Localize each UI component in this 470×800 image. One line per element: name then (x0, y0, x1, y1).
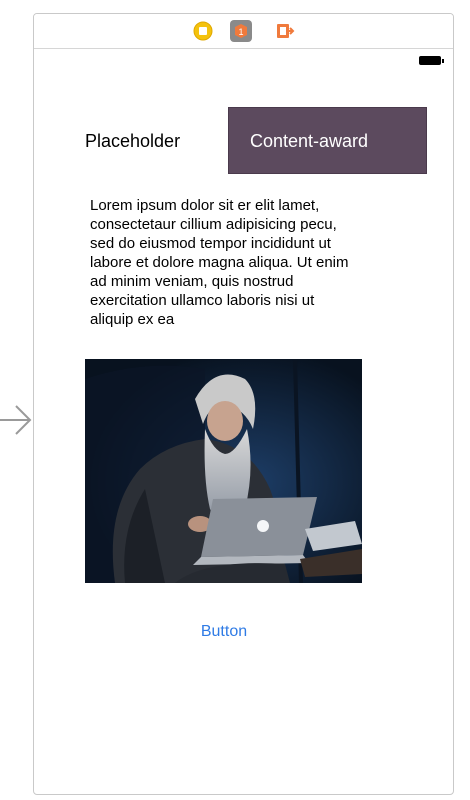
view-controller-scene[interactable]: 1 Placeholder Content-award Lorem ipsum … (33, 13, 454, 795)
placeholder-label: Placeholder (85, 131, 181, 151)
content-award-view: Content-award (228, 107, 427, 174)
main-button[interactable]: Button (189, 623, 259, 641)
battery-icon (419, 56, 441, 65)
entry-point-arrow-icon (0, 405, 32, 435)
exit-icon[interactable] (274, 20, 296, 42)
first-responder-icon[interactable]: 1 (230, 20, 252, 42)
bearded-man-laptop-image (85, 359, 362, 583)
view-controller-icon[interactable] (192, 20, 214, 42)
scene-dock: 1 (34, 14, 453, 49)
lorem-text-label: Lorem ipsum dolor sit er elit lamet, con… (90, 197, 349, 328)
battery-tip (442, 59, 444, 63)
svg-text:1: 1 (238, 27, 243, 37)
content-award-label: Content-award (250, 131, 369, 151)
